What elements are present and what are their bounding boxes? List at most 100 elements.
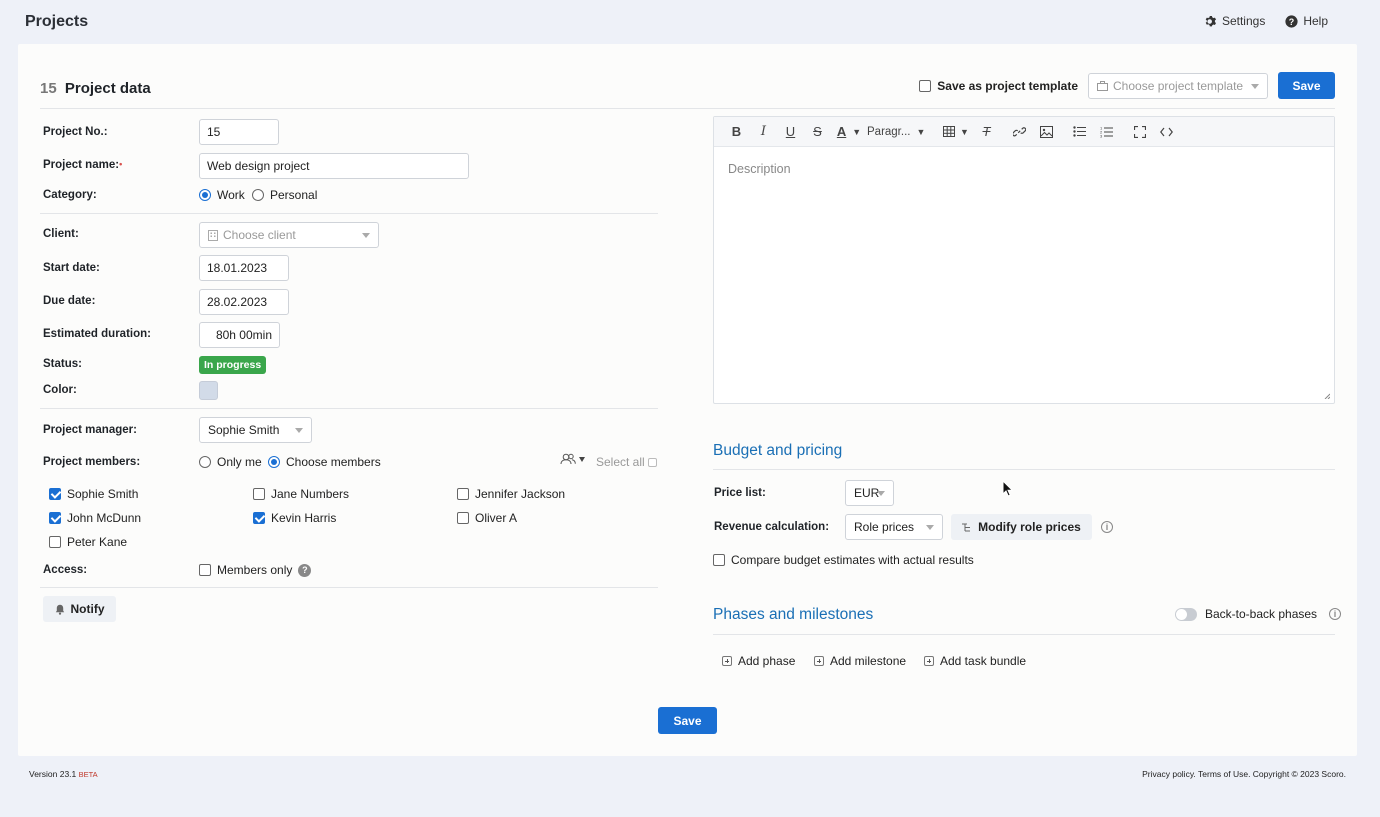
save-button-top[interactable]: Save [1278, 72, 1335, 99]
duration-input[interactable]: 80h 00min [199, 322, 280, 348]
link-icon [1013, 127, 1026, 137]
add-milestone-link[interactable]: Add milestone [814, 654, 906, 668]
members-only-me-radio[interactable]: Only me [199, 455, 262, 469]
member-kevin-harris[interactable]: Kevin Harris [253, 511, 336, 525]
member-peter-kane[interactable]: Peter Kane [49, 535, 127, 549]
price-list-select[interactable]: EUR [845, 480, 894, 506]
chevron-down-icon: ▼ [852, 126, 862, 137]
notify-button[interactable]: Notify [43, 596, 116, 622]
header-actions: Save as project template Choose project … [919, 72, 1335, 99]
manager-select[interactable]: Sophie Smith [199, 417, 312, 443]
resize-handle-icon[interactable] [1324, 393, 1330, 399]
member-jane-numbers[interactable]: Jane Numbers [253, 487, 349, 501]
info-icon[interactable]: i [1101, 521, 1113, 533]
add-phase-label: Add phase [738, 654, 796, 668]
help-link[interactable]: ? Help [1285, 14, 1328, 28]
svg-text:?: ? [1289, 16, 1294, 26]
member-group-dropdown[interactable] [560, 453, 585, 465]
member-name: Peter Kane [67, 535, 128, 549]
image-button[interactable] [1033, 121, 1060, 143]
due-date-input[interactable]: 28.02.2023 [199, 289, 289, 315]
category-personal-radio[interactable]: Personal [252, 188, 317, 202]
compare-budget-checkbox[interactable]: Compare budget estimates with actual res… [713, 553, 974, 567]
code-icon [1160, 127, 1173, 136]
members-choose-radio[interactable]: Choose members [268, 455, 381, 469]
member-oliver-a[interactable]: Oliver A [457, 511, 517, 525]
members-only-checkbox[interactable]: Members only ? [199, 563, 312, 577]
bold-button[interactable]: B [723, 121, 750, 143]
editor-toolbar: B I U S A ▼ Paragr... ▼ ▼ T 12 3 [714, 117, 1334, 147]
save-template-checkbox[interactable]: Save as project template [919, 79, 1078, 93]
add-task-bundle-link[interactable]: Add task bundle [924, 654, 1026, 668]
save-button-bottom[interactable]: Save [658, 707, 717, 734]
modify-role-prices-label: Modify role prices [978, 520, 1081, 534]
checkbox[interactable] [457, 488, 469, 500]
radio-button[interactable] [199, 189, 211, 201]
back-to-back-toggle[interactable]: Back-to-back phases i [1175, 607, 1342, 621]
category-personal-label: Personal [270, 188, 318, 202]
table-button[interactable]: ▼ [939, 121, 973, 143]
link-button[interactable] [1006, 121, 1033, 143]
toggle-switch[interactable] [1175, 607, 1197, 621]
paragraph-select[interactable]: Paragr... ▼ [867, 121, 933, 143]
project-name-input[interactable]: Web design project [199, 153, 469, 179]
numbered-list-button[interactable]: 123 [1093, 121, 1120, 143]
status-badge[interactable]: In progress [199, 356, 267, 374]
form-divider [40, 587, 658, 588]
strikethrough-button[interactable]: S [804, 121, 831, 143]
footer-legal[interactable]: Privacy policy. Terms of Use. Copyright … [1142, 769, 1346, 779]
plus-icon [814, 656, 824, 666]
start-date-input[interactable]: 18.01.2023 [199, 255, 289, 281]
source-code-button[interactable] [1153, 121, 1180, 143]
briefcase-icon [1097, 80, 1108, 91]
category-work-radio[interactable]: Work [199, 188, 245, 202]
project-no-input[interactable]: 15 [199, 119, 279, 145]
revenue-select[interactable]: Role prices [845, 514, 943, 540]
page-title: 15 Project data [40, 80, 151, 97]
category-work-label: Work [217, 188, 245, 202]
image-icon [1040, 125, 1053, 138]
color-swatch[interactable] [199, 381, 218, 400]
fullscreen-button[interactable] [1126, 121, 1153, 143]
text-color-button[interactable]: A ▼ [831, 121, 867, 143]
checkbox[interactable] [49, 512, 61, 524]
checkbox[interactable] [199, 564, 211, 576]
top-bar: Projects Settings ? Help [0, 0, 1380, 44]
members-label: Project members: [43, 456, 141, 468]
settings-link[interactable]: Settings [1204, 14, 1265, 28]
description-editor[interactable]: B I U S A ▼ Paragr... ▼ ▼ T 12 3 Descrip… [713, 116, 1335, 404]
checkbox[interactable] [457, 512, 469, 524]
checkbox[interactable] [253, 488, 265, 500]
clear-format-button[interactable]: T [973, 121, 1000, 143]
info-icon[interactable]: i [1329, 608, 1342, 620]
underline-button[interactable]: U [777, 121, 804, 143]
checkbox[interactable] [919, 79, 932, 92]
checkbox[interactable] [49, 488, 61, 500]
member-john-mcdunn[interactable]: John McDunn [49, 511, 141, 525]
help-icon: ? [1285, 14, 1298, 28]
checkbox[interactable] [49, 536, 61, 548]
checkbox[interactable] [253, 512, 265, 524]
italic-button[interactable]: I [750, 121, 777, 143]
client-select[interactable]: Choose client [199, 222, 379, 248]
modify-role-prices-button[interactable]: Modify role prices [951, 514, 1092, 540]
select-all[interactable]: Select all [596, 455, 657, 469]
add-phase-link[interactable]: Add phase [722, 654, 795, 668]
project-template-select[interactable]: Choose project template [1088, 72, 1268, 99]
member-sophie-smith[interactable]: Sophie Smith [49, 487, 138, 501]
help-label: Help [1303, 14, 1328, 28]
question-icon[interactable]: ? [298, 563, 312, 577]
table-icon [943, 126, 956, 137]
notify-label: Notify [70, 602, 105, 616]
client-label: Client: [43, 228, 79, 240]
checkbox[interactable] [713, 554, 725, 566]
select-all-checkbox[interactable] [647, 457, 657, 467]
radio-button[interactable] [199, 456, 211, 468]
bullet-list-button[interactable] [1066, 121, 1093, 143]
plus-icon [722, 656, 732, 666]
member-jennifer-jackson[interactable]: Jennifer Jackson [457, 487, 565, 501]
radio-button[interactable] [252, 189, 264, 201]
compare-budget-label: Compare budget estimates with actual res… [731, 553, 974, 567]
radio-button[interactable] [268, 456, 280, 468]
gear-icon [1205, 15, 1216, 26]
